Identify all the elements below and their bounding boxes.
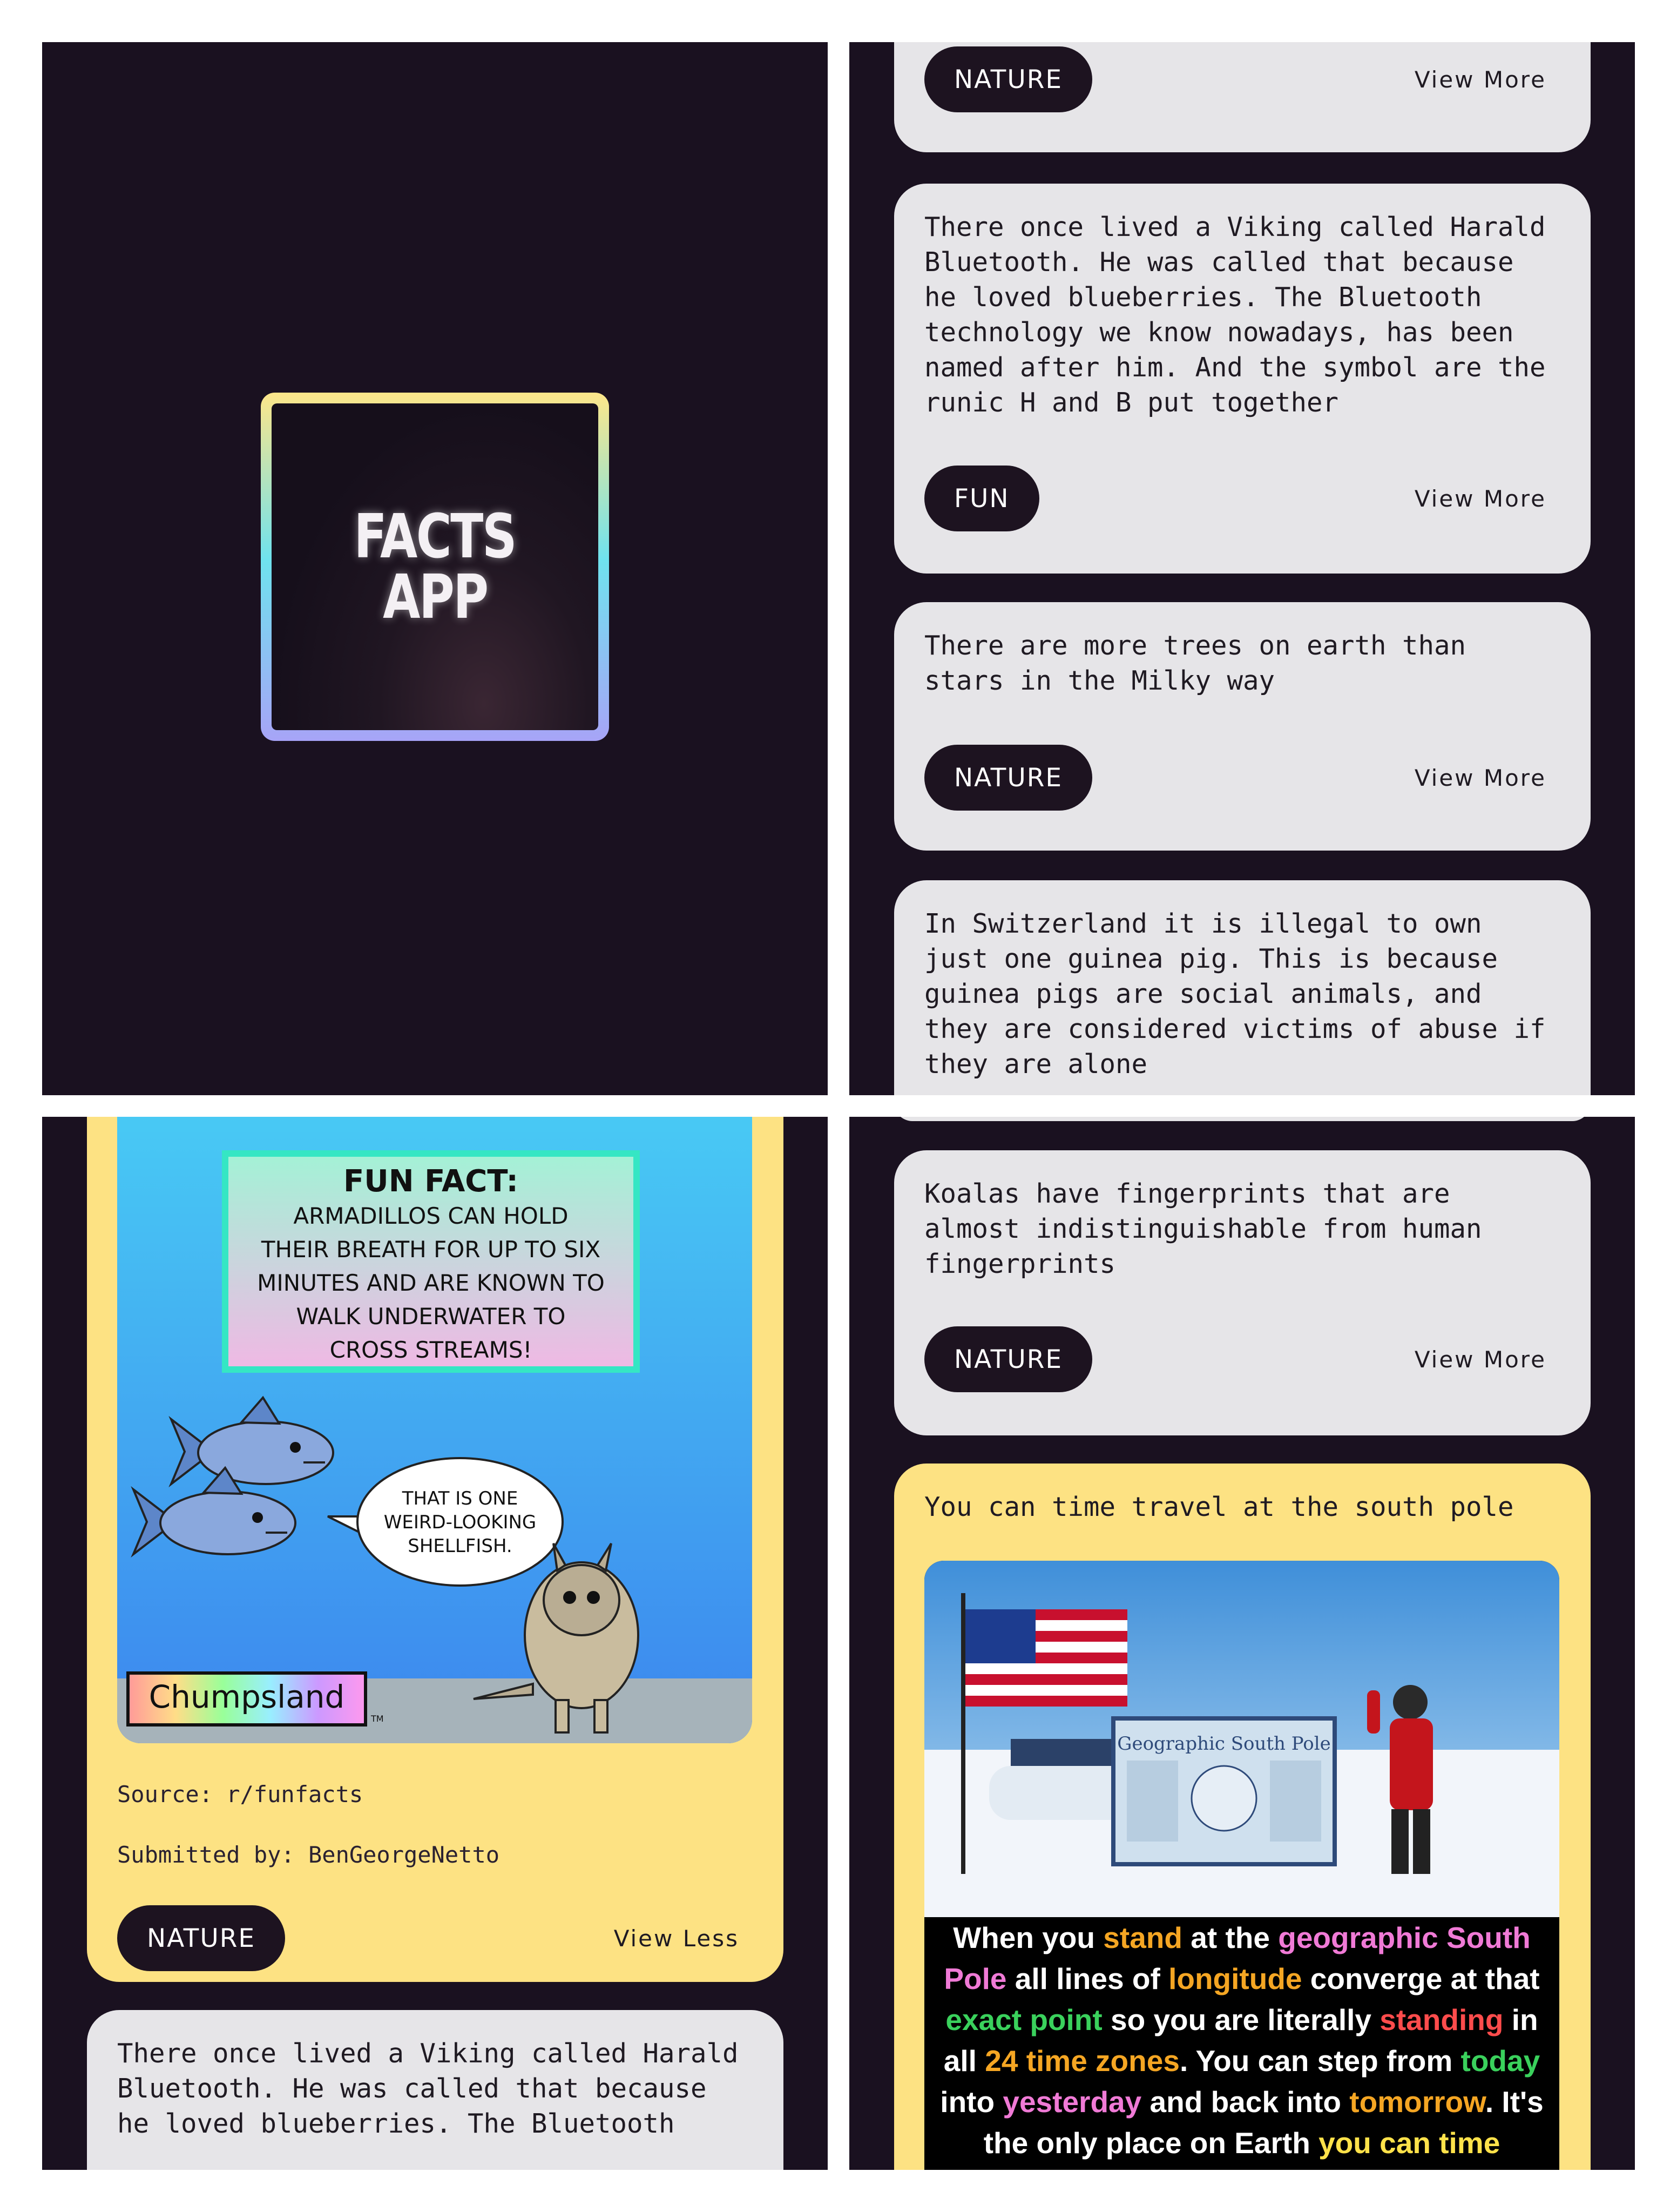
fact-photo: Geographic South Pole When you stand at … [924,1561,1559,2170]
view-more-button[interactable]: View More [1415,745,1546,811]
speech-line: THAT IS ONE [402,1488,518,1509]
fact-sign-line: CROSS STREAMS! [330,1337,532,1363]
category-chip[interactable]: NATURE [924,745,1093,811]
fact-sign-line: THEIR BREATH FOR UP TO SIX [261,1236,600,1263]
expanded-fact-card[interactable]: FUN FACT: ARMADILLOS CAN HOLD THEIR BREA… [87,1117,783,1982]
fact-card[interactable] [894,1117,1591,1121]
facts-feed[interactable]: NATURE View More There once lived a Viki… [849,42,1635,1095]
fact-text: Koalas have fingerprints that are almost… [924,1178,1482,1279]
speech-line: SHELLFISH. [408,1535,512,1557]
fact-text: There are more trees on earth than stars… [924,630,1466,696]
category-chip[interactable]: FUN [924,466,1039,531]
fact-image: FUN FACT: ARMADILLOS CAN HOLD THEIR BREA… [117,1117,752,1743]
flag-pole [961,1593,965,1874]
fact-text: There once lived a Viking called Harald … [117,2038,739,2139]
fact-card[interactable]: NATURE View More [894,42,1591,152]
facts-feed-photo[interactable]: Koalas have fingerprints that are almost… [849,1117,1635,2170]
fact-source: Source: r/funfacts [117,1781,363,1808]
fact-title: You can time travel at the south pole [924,1492,1514,1522]
category-chip[interactable]: NATURE [924,1326,1093,1392]
fact-card[interactable]: There once lived a Viking called Harald … [87,2010,783,2170]
fact-submitter: Submitted by: BenGeorgeNetto [117,1842,500,1868]
logo-text-line2: APP [382,562,489,632]
fact-text: There once lived a Viking called Harald … [924,212,1546,418]
us-flag-icon [965,1609,1127,1707]
app-logo: FACTS APP [261,393,609,741]
fact-sign-line: MINUTES AND ARE KNOWN TO [257,1270,605,1296]
svg-text:TM: TM [370,1714,384,1724]
fact-card[interactable]: There are more trees on earth than stars… [894,602,1591,851]
photo-fact-card[interactable]: You can time travel at the south pole Ge… [894,1464,1591,2170]
expanded-fact-view[interactable]: FUN FACT: ARMADILLOS CAN HOLD THEIR BREA… [42,1117,828,2170]
fact-sign-line: ARMADILLOS CAN HOLD [293,1203,568,1229]
south-pole-sign: Geographic South Pole [1111,1716,1337,1866]
fact-text: In Switzerland it is illegal to own just… [924,908,1546,1080]
view-less-button[interactable]: View Less [614,1905,739,1971]
fact-card[interactable]: Koalas have fingerprints that are almost… [894,1150,1591,1435]
splash-screen: FACTS APP [42,42,828,1095]
view-more-button[interactable]: View More [1415,46,1546,112]
category-chip[interactable]: NATURE [117,1905,286,1971]
fact-card[interactable]: In Switzerland it is illegal to own just… [894,880,1591,1095]
view-more-button[interactable]: View More [1415,1326,1546,1392]
logo-text-line1: FACTS [354,501,517,572]
svg-text:Chumpsland: Chumpsland [149,1678,345,1715]
view-more-button[interactable]: View More [1415,466,1546,531]
svg-text:Geographic South Pole: Geographic South Pole [1117,1733,1330,1755]
category-chip[interactable]: NATURE [924,46,1093,112]
brand-logo: Chumpsland TM [126,1671,384,1727]
fact-sign-line: WALK UNDERWATER TO [296,1303,566,1330]
fact-card[interactable]: There once lived a Viking called Harald … [894,184,1591,574]
speech-line: WEIRD-LOOKING [384,1512,537,1533]
fact-sign-header: FUN FACT: [343,1164,518,1199]
photo-caption: When you stand at the geographic South P… [940,1921,1544,2170]
